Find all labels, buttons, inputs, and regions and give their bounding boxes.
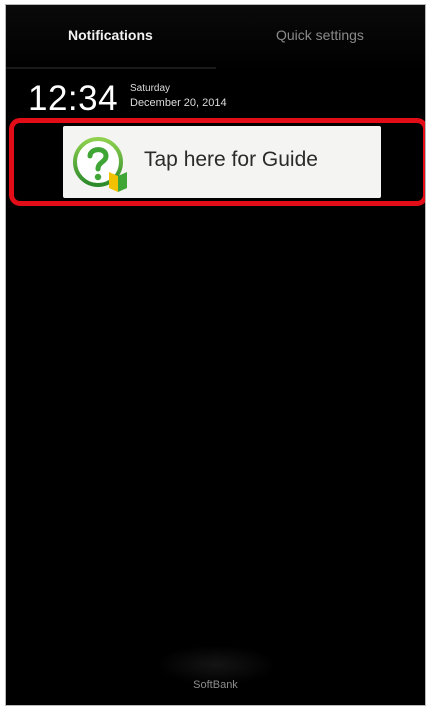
tab-indicator	[6, 67, 216, 69]
tab-quick-settings[interactable]: Quick settings	[276, 27, 364, 43]
guide-label: Tap here for Guide	[144, 148, 318, 171]
tab-notifications[interactable]: Notifications	[68, 27, 153, 43]
clock-day: Saturday	[130, 83, 171, 94]
clock-date: December 20, 2014	[130, 97, 227, 109]
tab-bar: Notifications Quick settings	[6, 5, 425, 71]
guide-notification[interactable]: Tap here for Guide	[63, 126, 381, 198]
notification-panel: Notifications Quick settings 12:34 Satur…	[5, 4, 426, 706]
carrier-label: SoftBank	[193, 679, 238, 691]
clock-time: 12:34	[28, 79, 119, 118]
question-mark-icon	[71, 134, 131, 194]
